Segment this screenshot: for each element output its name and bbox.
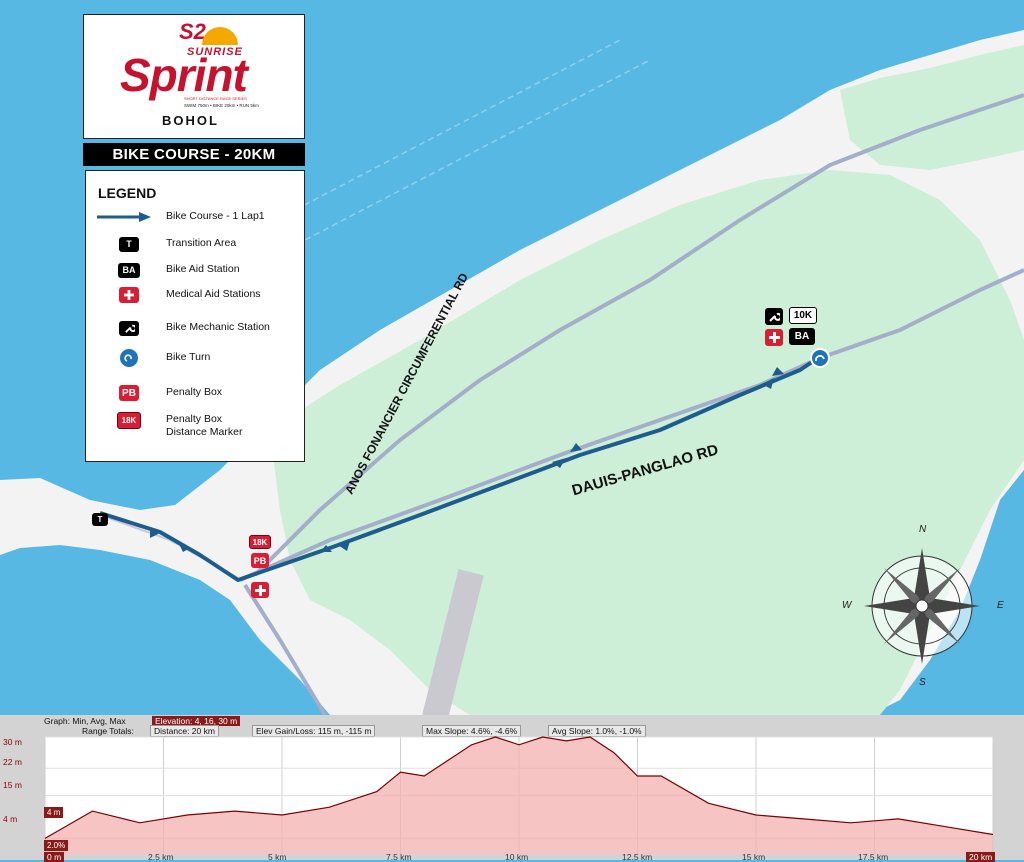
x-tick-label: 0 m <box>44 852 65 862</box>
legend-label: Bike Course - 1 Lap1 <box>166 210 265 222</box>
sun-icon <box>202 27 238 45</box>
course-title: BIKE COURSE - 20KM <box>83 143 305 166</box>
legend-item-mechanic: Bike Mechanic Station <box>86 317 304 339</box>
legend-panel: LEGEND Bike Course - 1 Lap1 T Transition… <box>85 170 305 462</box>
location-label: BOHOL <box>162 113 219 128</box>
distance-marker-icon: 18K <box>108 409 150 431</box>
legend-item-medical: Medical Aid Stations <box>86 284 304 306</box>
legend-item-transition: T Transition Area <box>86 233 304 255</box>
x-tick-label: 12.5 km <box>622 852 653 862</box>
y-tick-label: 4 m <box>3 814 18 824</box>
u-turn-icon[interactable] <box>810 348 830 368</box>
penalty-box-icon: PB <box>108 382 150 404</box>
legend-heading: LEGEND <box>98 185 157 201</box>
event-logo-panel: S2 SUNRISE Sprint SHORT DISTANCE RACE SE… <box>83 14 305 139</box>
distance-marker-10k[interactable]: 10K <box>789 307 817 324</box>
legend-item-course: Bike Course - 1 Lap1 <box>86 206 304 228</box>
legend-item-penalty-marker: 18K Penalty Box Distance Marker <box>86 409 304 441</box>
penalty-box-marker[interactable]: PB <box>251 553 269 568</box>
logo-distances: SWIM 750m • BIKE 20km • RUN 5km <box>184 103 259 108</box>
compass-east-label: E <box>997 600 1004 611</box>
transition-icon: T <box>108 233 150 255</box>
compass-north-label: N <box>919 524 927 535</box>
bike-aid-icon: BA <box>108 259 150 281</box>
x-tick-label: 5 km <box>268 852 287 862</box>
cursor-elevation-tag: 4 m <box>44 807 64 818</box>
course-arrow-icon <box>96 206 154 228</box>
legend-label: Bike Mechanic Station <box>166 321 270 333</box>
elevation-chart[interactable] <box>0 715 1024 860</box>
legend-label: Medical Aid Stations <box>166 288 261 300</box>
compass-west-label: W <box>842 600 852 611</box>
logo-tagline: SHORT DISTANCE RACE SERIES <box>184 96 247 101</box>
x-tick-label: 20 km <box>966 852 996 862</box>
elevation-profile: Graph: Min, Avg, Max Elevation: 4, 16, 3… <box>0 715 1024 862</box>
compass-south-label: S <box>919 677 926 688</box>
cursor-slope-tag: 2.0% <box>44 840 69 851</box>
y-tick-label: 15 m <box>3 780 22 790</box>
x-tick-label: 2.5 km <box>148 852 174 862</box>
x-tick-label: 15 km <box>742 852 766 862</box>
medical-cross-icon[interactable] <box>251 582 269 598</box>
y-tick-label: 22 m <box>3 757 22 767</box>
bike-aid-marker[interactable]: BA <box>789 328 815 345</box>
wrench-icon <box>108 317 150 339</box>
legend-label: Penalty Box Distance Marker <box>166 413 243 438</box>
legend-label: Bike Aid Station <box>166 263 240 275</box>
legend-label: Penalty Box <box>166 386 223 398</box>
legend-item-bike-aid: BA Bike Aid Station <box>86 259 304 281</box>
x-tick-label: 7.5 km <box>386 852 412 862</box>
legend-label: Transition Area <box>166 237 237 249</box>
legend-item-penalty: PB Penalty Box <box>86 382 304 404</box>
medical-cross-icon <box>108 284 150 306</box>
u-turn-icon <box>108 347 150 369</box>
medical-cross-icon[interactable] <box>765 329 783 346</box>
distance-marker-18k[interactable]: 18K <box>249 535 271 549</box>
legend-item-turn: Bike Turn <box>86 347 304 369</box>
logo-word-main: Sprint <box>120 49 248 101</box>
transition-marker[interactable]: T <box>92 513 108 526</box>
x-tick-label: 17.5 km <box>858 852 889 862</box>
x-tick-label: 10 km <box>505 852 529 862</box>
legend-label: Bike Turn <box>166 351 211 363</box>
y-tick-label: 30 m <box>3 737 22 747</box>
wrench-icon[interactable] <box>765 308 783 325</box>
